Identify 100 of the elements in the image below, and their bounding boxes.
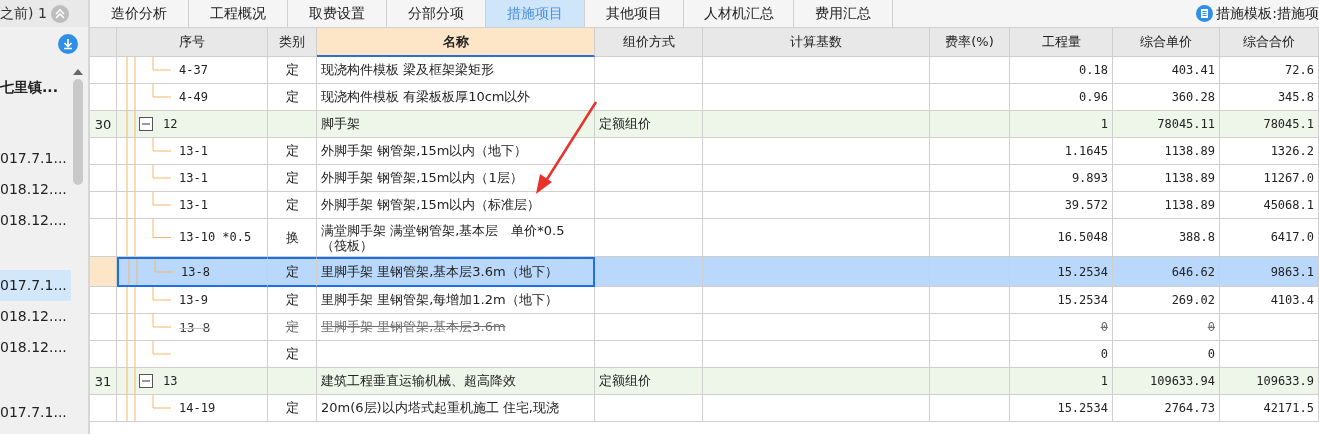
table-cell: 9863.1 bbox=[1220, 257, 1319, 287]
file-item[interactable]: 017.7.1... bbox=[0, 143, 71, 174]
file-item[interactable]: 017.7.1... bbox=[0, 397, 71, 428]
item-code: 13-1 bbox=[179, 144, 208, 158]
table-cell: 0 bbox=[1113, 341, 1220, 368]
item-code: 13-8 bbox=[181, 265, 210, 279]
column-header[interactable]: 名称 bbox=[317, 28, 595, 57]
table-cell: 定 bbox=[268, 341, 317, 368]
table-cell: 定 bbox=[268, 257, 317, 287]
column-header[interactable]: 综合合价 bbox=[1220, 28, 1319, 57]
column-header[interactable]: 费率(%) bbox=[930, 28, 1010, 57]
file-item[interactable]: 018.12.... bbox=[0, 332, 71, 363]
table-cell: 定 bbox=[268, 395, 317, 422]
table-cell: 换 bbox=[268, 219, 317, 257]
table-cell: 2764.73 bbox=[1113, 395, 1220, 422]
table-cell: 1 bbox=[1010, 111, 1113, 138]
table-cell: 定 bbox=[268, 287, 317, 314]
table-cell: 15.2534 bbox=[1010, 257, 1113, 287]
scrollbar-thumb[interactable] bbox=[73, 79, 83, 185]
table-cell: 1138.89 bbox=[1113, 138, 1220, 165]
table-cell: 现浇构件模板 梁及框架梁矩形 bbox=[317, 57, 595, 84]
table-cell: 外脚手架 钢管架,15m以内（1层） bbox=[317, 165, 595, 192]
table-cell: 20m(6层)以内塔式起重机施工 住宅,现浇 bbox=[317, 395, 595, 422]
table-cell: 16.5048 bbox=[1010, 219, 1113, 257]
table-cell: 满堂脚手架 满堂钢管架,基本层 单价*0.5（筏板） bbox=[317, 219, 595, 257]
table-cell: 建筑工程垂直运输机械、超高降效 bbox=[317, 368, 595, 395]
file-item[interactable]: 018.12.... bbox=[0, 174, 71, 205]
table-cell: 里脚手架 里钢管架,基本层3.6m（地下） bbox=[317, 257, 595, 287]
column-header[interactable]: 组价方式 bbox=[595, 28, 703, 57]
table-cell: 0.96 bbox=[1010, 84, 1113, 111]
file-item[interactable]: 017.7.1... bbox=[0, 270, 71, 301]
column-header[interactable]: 类别 bbox=[268, 28, 317, 57]
item-code: 13-1 bbox=[179, 198, 208, 212]
table-cell: 0 bbox=[1113, 314, 1220, 341]
table-cell: 定 bbox=[268, 138, 317, 165]
table-cell: 42171.5 bbox=[1220, 395, 1319, 422]
item-code: 14-19 bbox=[179, 401, 216, 415]
table-cell: 1.1645 bbox=[1010, 138, 1113, 165]
table-cell: 403.41 bbox=[1113, 57, 1220, 84]
file-item[interactable]: 018.12.... bbox=[0, 205, 71, 236]
table-cell: 30 bbox=[90, 111, 117, 138]
table-cell: 109633.9 bbox=[1220, 368, 1319, 395]
table-cell: 15.2534 bbox=[1010, 287, 1113, 314]
collapse-up-icon[interactable] bbox=[50, 4, 69, 23]
item-code: 4-37 bbox=[179, 63, 208, 77]
table-cell: 1326.2 bbox=[1220, 138, 1319, 165]
table-cell: 39.572 bbox=[1010, 192, 1113, 219]
item-code: 13 bbox=[163, 374, 178, 388]
table-cell: 4103.4 bbox=[1220, 287, 1319, 314]
template-label[interactable]: 措施模板:措施项 bbox=[1216, 4, 1319, 23]
column-header[interactable]: 综合单价 bbox=[1113, 28, 1220, 57]
table-cell: 1 bbox=[1010, 368, 1113, 395]
table-cell: 外脚手架 钢管架,15m以内（地下） bbox=[317, 138, 595, 165]
table-cell: 脚手架 bbox=[317, 111, 595, 138]
table-cell: 1138.89 bbox=[1113, 192, 1220, 219]
item-code: 13-1 bbox=[179, 171, 208, 185]
table-cell: 定 bbox=[268, 192, 317, 219]
table-cell: 269.02 bbox=[1113, 287, 1220, 314]
project-name[interactable]: 七里镇... bbox=[0, 61, 71, 101]
table-cell: 345.8 bbox=[1220, 84, 1319, 111]
table-cell: 定 bbox=[268, 314, 317, 341]
scroll-up-icon[interactable] bbox=[73, 69, 83, 75]
table-cell: 15.2534 bbox=[1010, 395, 1113, 422]
table-cell: 里脚手架 里钢管架,基本层3.6m bbox=[317, 314, 595, 341]
collapse-icon[interactable] bbox=[139, 117, 153, 131]
list-icon bbox=[1196, 5, 1214, 22]
table-cell: 定额组价 bbox=[595, 111, 703, 138]
table-cell: 6417.0 bbox=[1220, 219, 1319, 257]
column-header[interactable]: 序号 bbox=[117, 28, 268, 57]
table-cell: 外脚手架 钢管架,15m以内（标准层） bbox=[317, 192, 595, 219]
table-cell: 646.62 bbox=[1113, 257, 1220, 287]
download-icon[interactable] bbox=[58, 34, 78, 54]
table-cell: 72.6 bbox=[1220, 57, 1319, 84]
table-cell: 定 bbox=[268, 57, 317, 84]
table-cell: 9.893 bbox=[1010, 165, 1113, 192]
table-cell: 里脚手架 里钢管架,每增加1.2m（地下） bbox=[317, 287, 595, 314]
table-cell: 1138.89 bbox=[1113, 165, 1220, 192]
table-cell: 0 bbox=[1010, 314, 1113, 341]
column-header[interactable]: 计算基数 bbox=[703, 28, 930, 57]
table-cell: 0 bbox=[1010, 341, 1113, 368]
item-code: 13-10 *0.5 bbox=[179, 230, 252, 245]
table-cell: 定 bbox=[268, 84, 317, 111]
column-header[interactable]: 工程量 bbox=[1010, 28, 1113, 57]
table-cell: 360.28 bbox=[1113, 84, 1220, 111]
table-cell: 45068.1 bbox=[1220, 192, 1319, 219]
sidebar-title: 之前) 1 bbox=[0, 4, 47, 23]
item-code: 13-9 bbox=[179, 293, 208, 307]
file-item[interactable]: 018.12.... bbox=[0, 301, 71, 332]
table-cell: 定额组价 bbox=[595, 368, 703, 395]
table-cell: 定 bbox=[268, 165, 317, 192]
table-cell: 78045.1 bbox=[1220, 111, 1319, 138]
table-cell: 0.18 bbox=[1010, 57, 1113, 84]
item-code: 12 bbox=[163, 117, 178, 131]
table-cell: 11267.0 bbox=[1220, 165, 1319, 192]
table-cell: 78045.11 bbox=[1113, 111, 1220, 138]
table-cell: 109633.94 bbox=[1113, 368, 1220, 395]
table-cell: 现浇构件模板 有梁板板厚10cm以外 bbox=[317, 84, 595, 111]
table-cell: 388.8 bbox=[1113, 219, 1220, 257]
collapse-icon[interactable] bbox=[139, 374, 153, 388]
table-cell: 31 bbox=[90, 368, 117, 395]
